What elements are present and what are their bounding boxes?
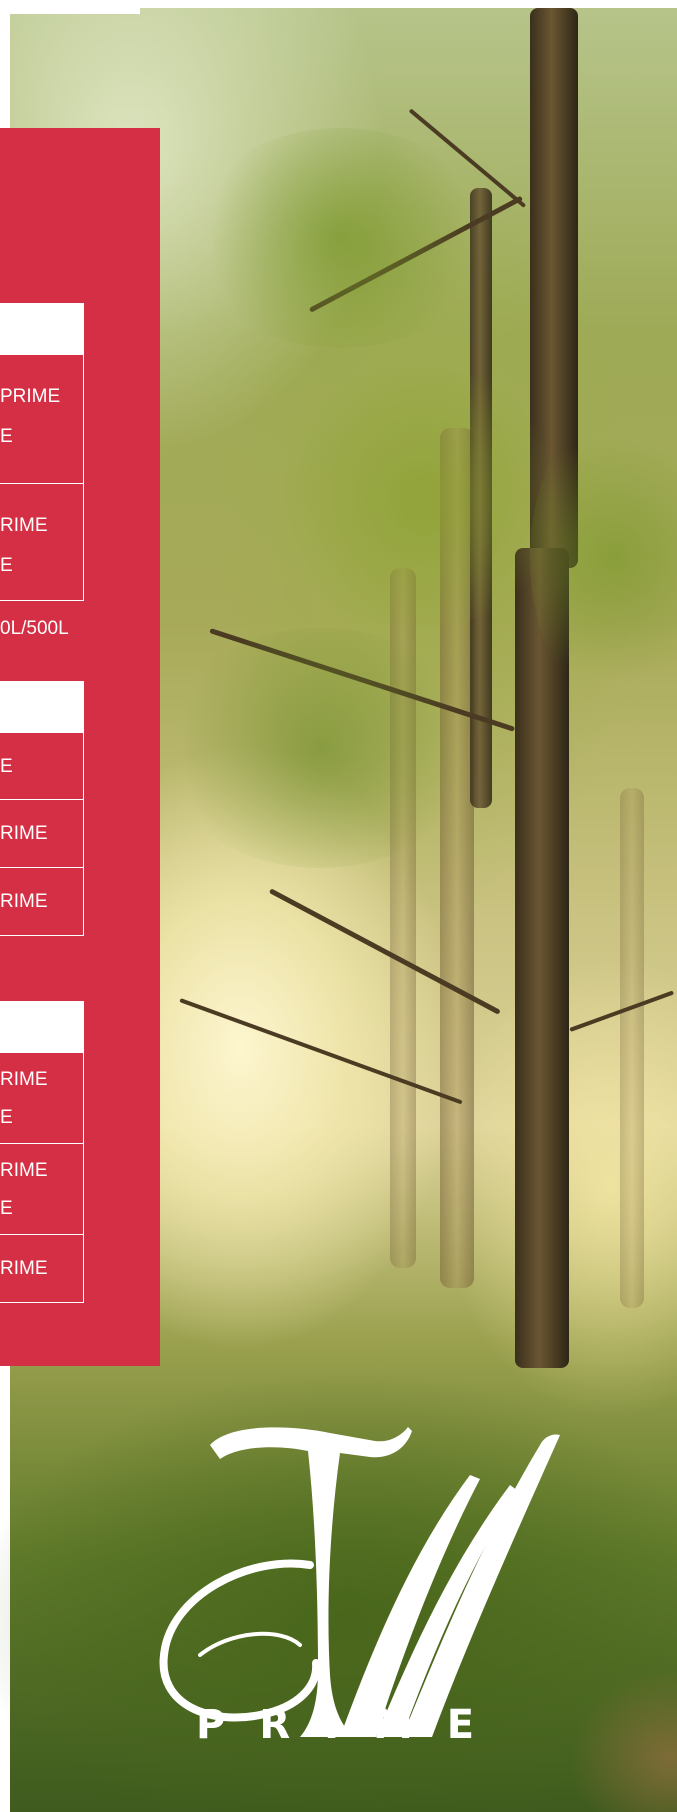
table-header: [0, 681, 84, 733]
table-cell-text: E: [0, 426, 13, 447]
table-cell-text: RIME: [0, 891, 48, 912]
page-margin-top: [0, 0, 140, 14]
product-info-panel: PRIME E RIME E 0L/500L E RIME RIME RIME …: [0, 128, 160, 1366]
table-row: RIME E: [0, 1144, 84, 1235]
product-table-2: E RIME RIME: [0, 681, 84, 936]
table-cell-text: RIME: [0, 1258, 48, 1279]
leaf-cluster: [190, 128, 490, 348]
table-cell-text: E: [0, 1107, 13, 1128]
table-row: RIME E: [0, 484, 84, 601]
table-cell-text: PRIME: [0, 386, 61, 407]
table-header: [0, 1001, 84, 1053]
table-cell-text: RIME: [0, 1069, 48, 1090]
leaf-cluster: [270, 368, 570, 628]
table-row: RIME: [0, 868, 84, 936]
brochure-page: PRIME E RIME E 0L/500L E RIME RIME RIME …: [0, 0, 677, 1812]
table-cell-text: RIME: [0, 515, 48, 536]
table-row: RIME E: [0, 1053, 84, 1144]
table-cell-text: E: [0, 756, 13, 777]
background-tree-trunk: [620, 788, 644, 1308]
table-row: RIME: [0, 800, 84, 868]
table-row: PRIME E: [0, 355, 84, 484]
tree-branch: [179, 998, 463, 1105]
product-table-3: RIME E RIME E RIME: [0, 1001, 84, 1303]
table-cell-text: E: [0, 555, 13, 576]
table-row: E: [0, 733, 84, 800]
table-cell-text: E: [0, 1198, 13, 1219]
table-row: RIME: [0, 1235, 84, 1303]
brand-wordmark: PRIME: [196, 1702, 509, 1748]
table-cell-text: RIME: [0, 823, 48, 844]
product-table-1: PRIME E RIME E: [0, 303, 84, 601]
table-cell-text: RIME: [0, 1160, 48, 1181]
leaf-cluster: [160, 628, 480, 868]
table-header: [0, 303, 84, 355]
volume-label: 0L/500L: [0, 618, 69, 639]
